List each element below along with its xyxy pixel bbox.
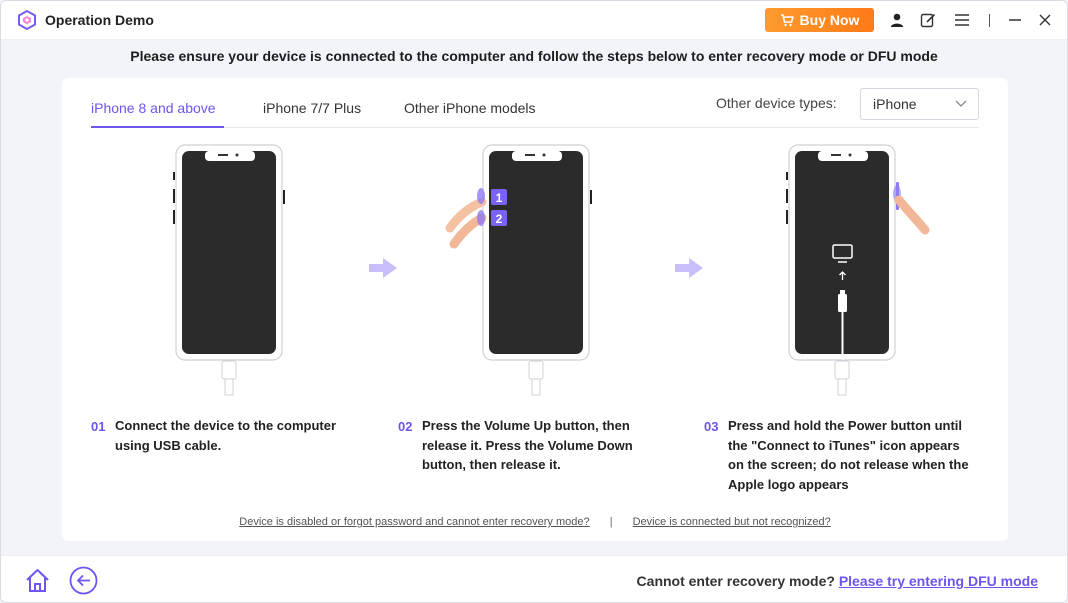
app-logo-icon — [18, 10, 36, 30]
arrow-right-icon — [369, 258, 397, 278]
volume-down-badge: 2 — [496, 212, 503, 226]
step-description: Press the Volume Up button, then release… — [422, 418, 633, 472]
step-number: 02 — [398, 419, 413, 434]
buy-now-button[interactable]: Buy Now — [765, 8, 874, 32]
close-icon[interactable] — [1037, 12, 1053, 28]
tab-divider — [91, 127, 979, 128]
not-recognized-help-link[interactable]: Device is connected but not recognized? — [633, 516, 831, 528]
phone-connect-illustration — [173, 144, 285, 396]
link-separator: | — [609, 516, 613, 528]
arrow-right-icon — [675, 258, 703, 278]
guide-panel: iPhone 8 and above iPhone 7/7 Plus Other… — [62, 78, 1008, 541]
footer-bar: Cannot enter recovery mode? Please try e… — [1, 555, 1067, 602]
tab-iphone-7-plus[interactable]: iPhone 7/7 Plus — [263, 100, 361, 116]
dfu-prompt-text: Cannot enter recovery mode? — [636, 573, 835, 589]
chevron-down-icon — [955, 100, 967, 107]
step-number: 03 — [704, 419, 719, 434]
dfu-prompt: Cannot enter recovery mode? Please try e… — [637, 573, 1038, 589]
disabled-device-help-link[interactable]: Device is disabled or forgot password an… — [239, 516, 589, 528]
device-type-label: Other device types: — [716, 95, 837, 111]
edit-icon[interactable] — [920, 12, 936, 28]
dfu-mode-link[interactable]: Please try entering DFU mode — [839, 573, 1038, 589]
step-description: Press and hold the Power button until th… — [728, 418, 969, 492]
step-description: Connect the device to the computer using… — [115, 418, 337, 453]
device-type-select[interactable]: iPhone — [860, 88, 979, 120]
volume-up-badge: 1 — [496, 191, 503, 205]
buy-now-label: Buy Now — [799, 12, 860, 28]
instruction-text: Please ensure your device is connected t… — [130, 48, 938, 64]
app-window: Operation Demo Buy Now Please ensure you — [0, 0, 1068, 603]
help-links: Device is disabled or forgot password an… — [62, 516, 1008, 528]
phone-connect-to-itunes-illustration — [786, 144, 930, 396]
tab-iphone-8-and-above[interactable]: iPhone 8 and above — [91, 100, 216, 116]
phone-volume-buttons-illustration: 1 2 — [445, 144, 592, 396]
home-icon[interactable] — [24, 567, 51, 594]
cart-icon — [780, 14, 794, 27]
back-icon[interactable] — [69, 566, 98, 595]
device-type-value: iPhone — [873, 96, 917, 112]
minimize-icon[interactable] — [1007, 12, 1023, 28]
app-title: Operation Demo — [45, 12, 154, 28]
step-number: 01 — [91, 419, 106, 434]
user-icon[interactable] — [889, 12, 905, 28]
title-bar: Operation Demo Buy Now — [1, 1, 1067, 40]
tab-other-iphone-models[interactable]: Other iPhone models — [404, 100, 536, 116]
title-bar-divider — [989, 14, 990, 27]
menu-icon[interactable] — [954, 12, 970, 28]
active-tab-indicator — [91, 126, 224, 128]
